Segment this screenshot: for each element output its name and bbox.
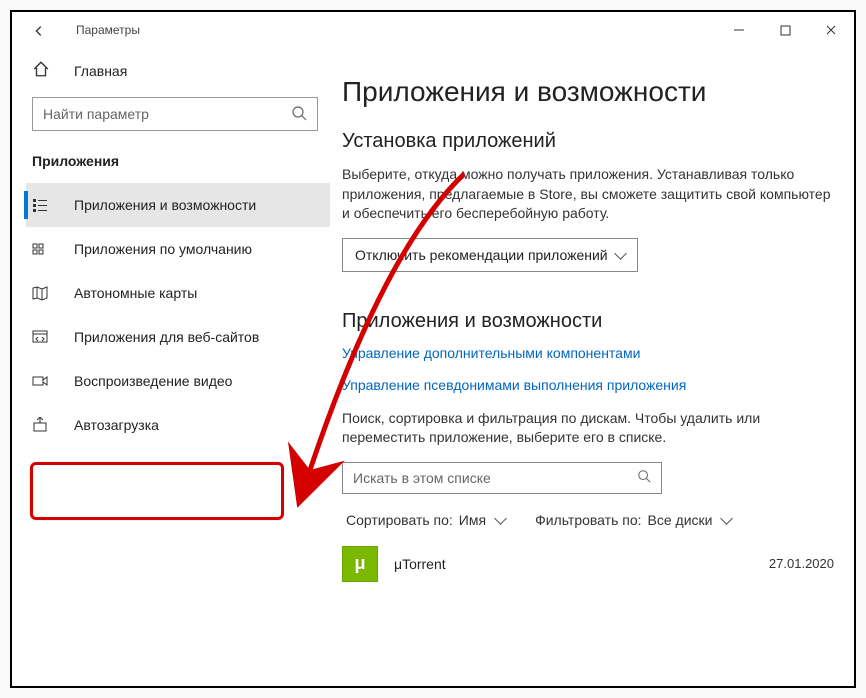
website-icon (32, 329, 52, 345)
titlebar: Параметры (12, 12, 854, 48)
home-icon (32, 60, 52, 81)
nav-label: Приложения для веб-сайтов (74, 329, 259, 345)
map-icon (32, 285, 52, 301)
search-apps-input[interactable]: Искать в этом списке (342, 462, 662, 494)
dropdown-value: Отключить рекомендации приложений (355, 247, 608, 263)
sidebar-item-default-apps[interactable]: Приложения по умолчанию (26, 227, 330, 271)
search-settings-input[interactable]: Найти параметр (32, 97, 318, 131)
app-date: 27.01.2020 (769, 556, 834, 571)
sort-label: Сортировать по: (346, 512, 453, 528)
maximize-button[interactable] (762, 14, 808, 46)
sidebar: Главная Найти параметр Приложения Прилож… (12, 48, 330, 686)
link-optional-features[interactable]: Управление дополнительными компонентами (342, 345, 834, 361)
install-desc: Выберите, откуда можно получать приложен… (342, 165, 834, 224)
app-name: μTorrent (394, 556, 769, 572)
sort-value: Имя (459, 512, 486, 528)
sort-by-selector[interactable]: Сортировать по: Имя (346, 512, 505, 528)
chevron-down-icon (492, 512, 505, 528)
install-source-dropdown[interactable]: Отключить рекомендации приложений (342, 238, 638, 272)
home-label: Главная (74, 63, 127, 79)
nav-label: Автозагрузка (74, 417, 159, 433)
search-apps-placeholder: Искать в этом списке (353, 470, 491, 486)
search-icon (291, 105, 307, 124)
video-icon (32, 373, 52, 389)
sidebar-item-apps-features[interactable]: Приложения и возможности (26, 183, 330, 227)
sidebar-item-video[interactable]: Воспроизведение видео (26, 359, 330, 403)
sidebar-item-startup[interactable]: Автозагрузка (26, 403, 330, 447)
nav-label: Воспроизведение видео (74, 373, 232, 389)
nav-label: Автономные карты (74, 285, 197, 301)
search-icon (637, 469, 651, 486)
home-nav[interactable]: Главная (26, 52, 330, 93)
app-list-item[interactable]: μ μTorrent 27.01.2020 (342, 542, 834, 586)
list-icon (32, 197, 52, 213)
utorrent-icon: μ (342, 546, 378, 582)
page-title: Приложения и возможности (342, 76, 834, 108)
apps-desc: Поиск, сортировка и фильтрация по дискам… (342, 409, 834, 448)
filter-value: Все диски (648, 512, 713, 528)
nav-label: Приложения и возможности (74, 197, 256, 213)
nav-label: Приложения по умолчанию (74, 241, 252, 257)
sidebar-item-websites[interactable]: Приложения для веб-сайтов (26, 315, 330, 359)
defaults-icon (32, 241, 52, 257)
back-button[interactable] (32, 24, 44, 36)
filter-label: Фильтровать по: (535, 512, 641, 528)
filter-by-selector[interactable]: Фильтровать по: Все диски (535, 512, 731, 528)
window-title: Параметры (76, 23, 140, 37)
settings-window: Параметры Главная Найти параметр (10, 10, 856, 688)
chevron-down-icon (718, 512, 731, 528)
sidebar-item-offline-maps[interactable]: Автономные карты (26, 271, 330, 315)
startup-icon (32, 417, 52, 433)
chevron-down-icon (612, 247, 625, 263)
main-content: Приложения и возможности Установка прило… (330, 48, 854, 686)
search-placeholder: Найти параметр (43, 106, 149, 122)
install-heading: Установка приложений (342, 130, 834, 153)
minimize-button[interactable] (716, 14, 762, 46)
link-execution-aliases[interactable]: Управление псевдонимами выполнения прило… (342, 377, 834, 393)
close-button[interactable] (808, 14, 854, 46)
apps-heading: Приложения и возможности (342, 310, 834, 333)
section-title: Приложения (26, 145, 330, 183)
